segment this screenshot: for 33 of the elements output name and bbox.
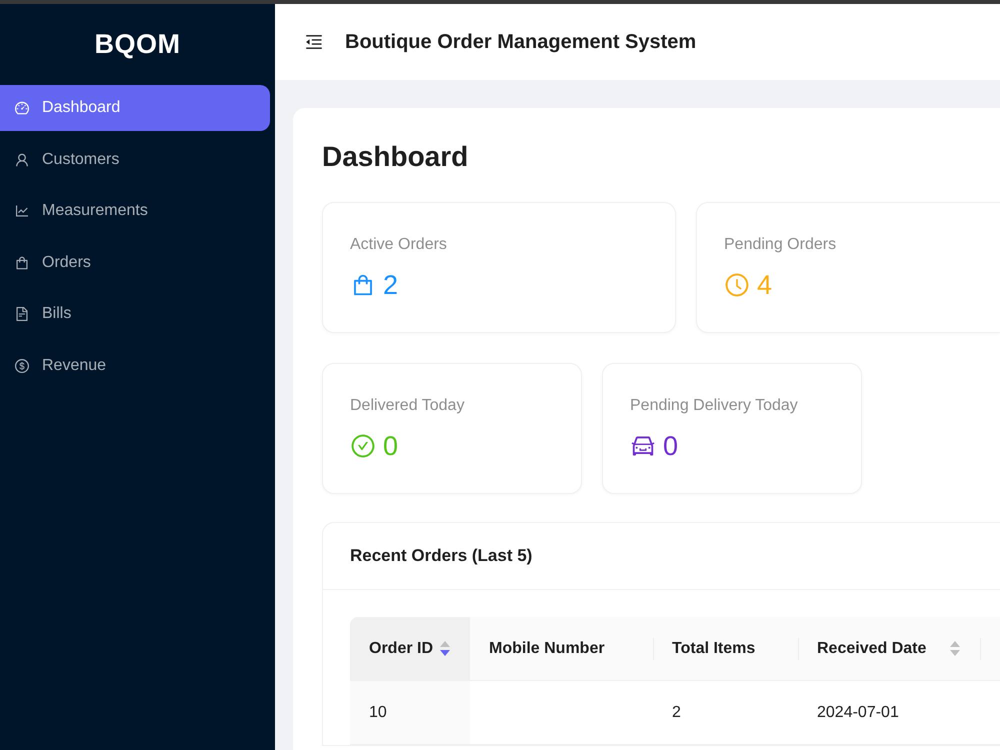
user-icon xyxy=(14,152,30,168)
column-header[interactable]: Order ID xyxy=(350,617,470,680)
sidebar-item[interactable]: Bills xyxy=(0,291,270,337)
column-header[interactable]: Received Date xyxy=(798,617,980,680)
stat-label: Active Orders xyxy=(350,235,448,255)
table-cell-text: 2 xyxy=(671,702,682,722)
clock-icon xyxy=(724,272,750,298)
stat-value: 0 xyxy=(383,430,398,463)
sort-icon[interactable] xyxy=(440,641,450,656)
document-icon xyxy=(14,306,30,322)
card-title: Recent Orders (Last 5) xyxy=(350,546,532,566)
stat-label: Pending Orders xyxy=(724,235,838,255)
stat-value: 0 xyxy=(663,430,678,463)
table-cell: 10 xyxy=(350,681,470,744)
column-header: Mobile Number xyxy=(488,638,606,658)
sidebar-item[interactable]: Orders xyxy=(0,240,270,286)
stat-label: Delivered Today xyxy=(350,396,466,416)
app-logo: BQOM xyxy=(94,29,180,60)
line-chart-icon xyxy=(14,203,30,219)
column-header: Total Items xyxy=(653,617,798,680)
dashboard-gauge-icon xyxy=(14,100,30,116)
shopping-bag-icon xyxy=(14,254,30,270)
menu-collapse-icon[interactable] xyxy=(304,32,324,52)
table-cell-text: 2024-07-01 xyxy=(816,702,900,722)
stat-value: 2 xyxy=(383,269,398,302)
sidebar-item[interactable]: Dashboard xyxy=(0,85,270,131)
stat-value: 4 xyxy=(757,269,772,302)
app-title: Boutique Order Management System xyxy=(345,30,696,54)
sidebar-item[interactable]: Customers xyxy=(0,136,270,182)
sidebar-item[interactable]: Revenue xyxy=(0,342,270,388)
page-title: Dashboard xyxy=(322,140,470,174)
sidebar-item[interactable]: Measurements xyxy=(0,188,270,234)
stat-label: Pending Delivery Today xyxy=(630,396,799,416)
